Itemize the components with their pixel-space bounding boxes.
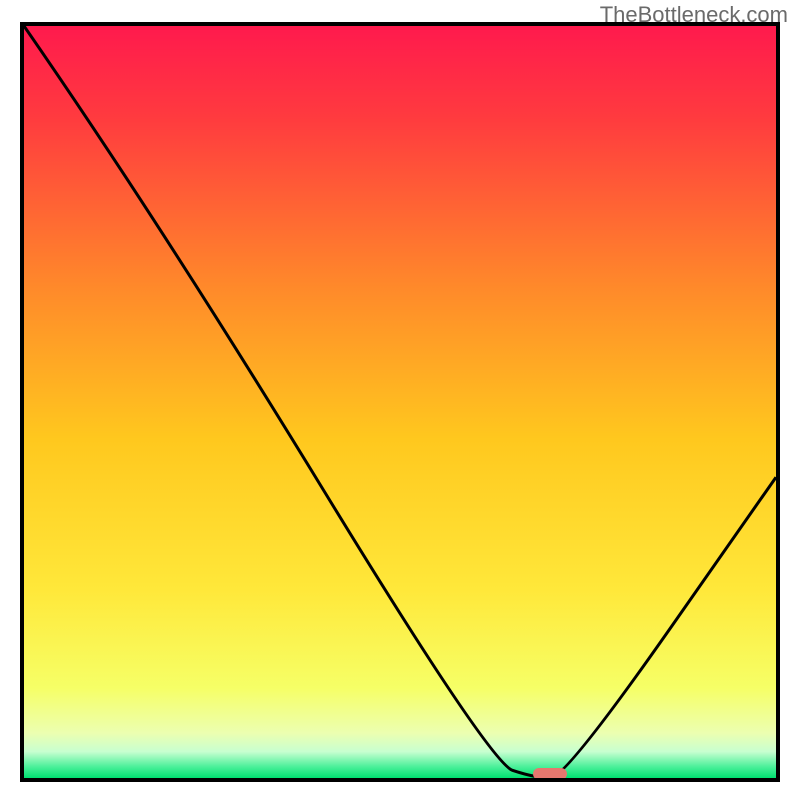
chart-curve (24, 26, 776, 778)
chart-frame (20, 22, 780, 782)
chart-plot-area (24, 26, 776, 778)
watermark-text: TheBottleneck.com (600, 2, 788, 28)
optimal-marker (533, 768, 567, 778)
